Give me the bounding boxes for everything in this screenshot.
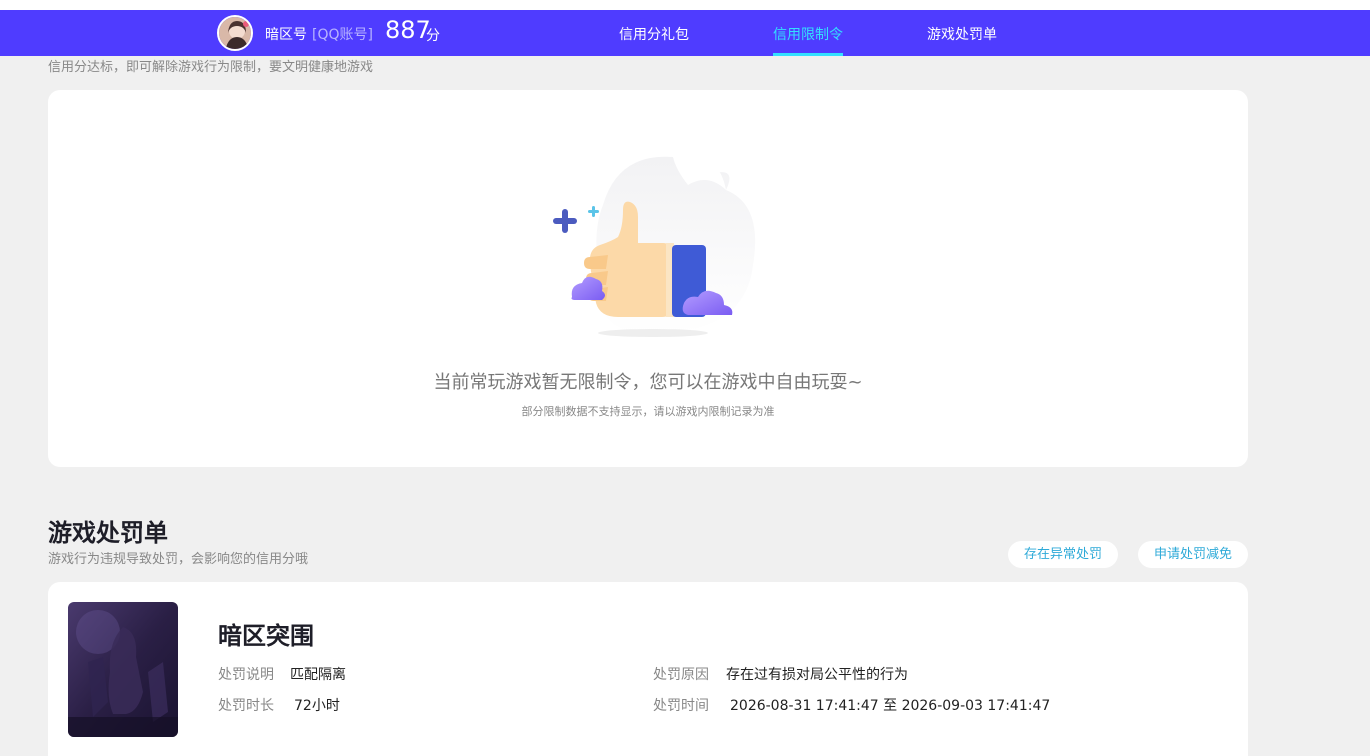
username: 暗区号 [265,27,307,43]
penalty-duration-value: 72小时 [294,698,340,714]
tab-credit-gift[interactable]: 信用分礼包 [619,24,689,44]
tab-restriction-order[interactable]: 信用限制令 [773,24,843,44]
restriction-subtitle: 信用分达标，即可解除游戏行为限制，要文明健康地游戏 [48,60,374,75]
tab-penalty-list[interactable]: 游戏处罚单 [927,24,997,44]
penalty-duration-label: 处罚时长 [218,698,274,714]
penalty-record-card: 暗区突围 处罚说明 匹配隔离 处罚时长 72小时 处罚原因 存在过有损对局公平性… [48,582,1248,756]
penalty-time-value: 2026-08-31 17:41:47 至 2026-09-03 17:41:4… [730,698,1051,714]
restriction-card: 当前常玩游戏暂无限制令，您可以在游戏中自由玩耍~ 部分限制数据不支持显示，请以游… [48,90,1248,467]
thumbs-up-illustration [553,155,756,337]
penalty-time-label: 处罚时间 [653,698,709,714]
avatar-image [219,17,251,49]
credit-score: 887 [385,16,431,44]
top-navbar: 暗区号 [QQ账号] 887 分 信用分礼包 信用限制令 游戏处罚单 [0,10,1370,56]
abnormal-penalty-button[interactable]: 存在异常处罚 [1008,541,1118,568]
empty-state-note: 部分限制数据不支持显示，请以游戏内限制记录为准 [521,405,775,418]
penalty-reason-value: 存在过有损对局公平性的行为 [726,667,908,683]
penalty-reason-label: 处罚原因 [653,667,709,683]
penalty-section-title: 游戏处罚单 [48,519,168,547]
account-type: [QQ账号] [312,27,373,43]
apply-reduction-button[interactable]: 申请处罚减免 [1138,541,1248,568]
score-unit: 分 [426,28,440,44]
top-strip [0,0,1370,10]
penalty-desc-label: 处罚说明 [218,667,274,683]
game-cover-image [68,602,178,737]
penalty-section-description: 游戏行为违规导致处罚，会影响您的信用分哦 [48,552,309,567]
game-name: 暗区突围 [218,622,314,650]
avatar[interactable] [217,15,253,51]
active-tab-indicator [773,53,843,56]
empty-state-message: 当前常玩游戏暂无限制令，您可以在游戏中自由玩耍~ [433,372,863,393]
penalty-desc-value: 匹配隔离 [290,667,346,683]
